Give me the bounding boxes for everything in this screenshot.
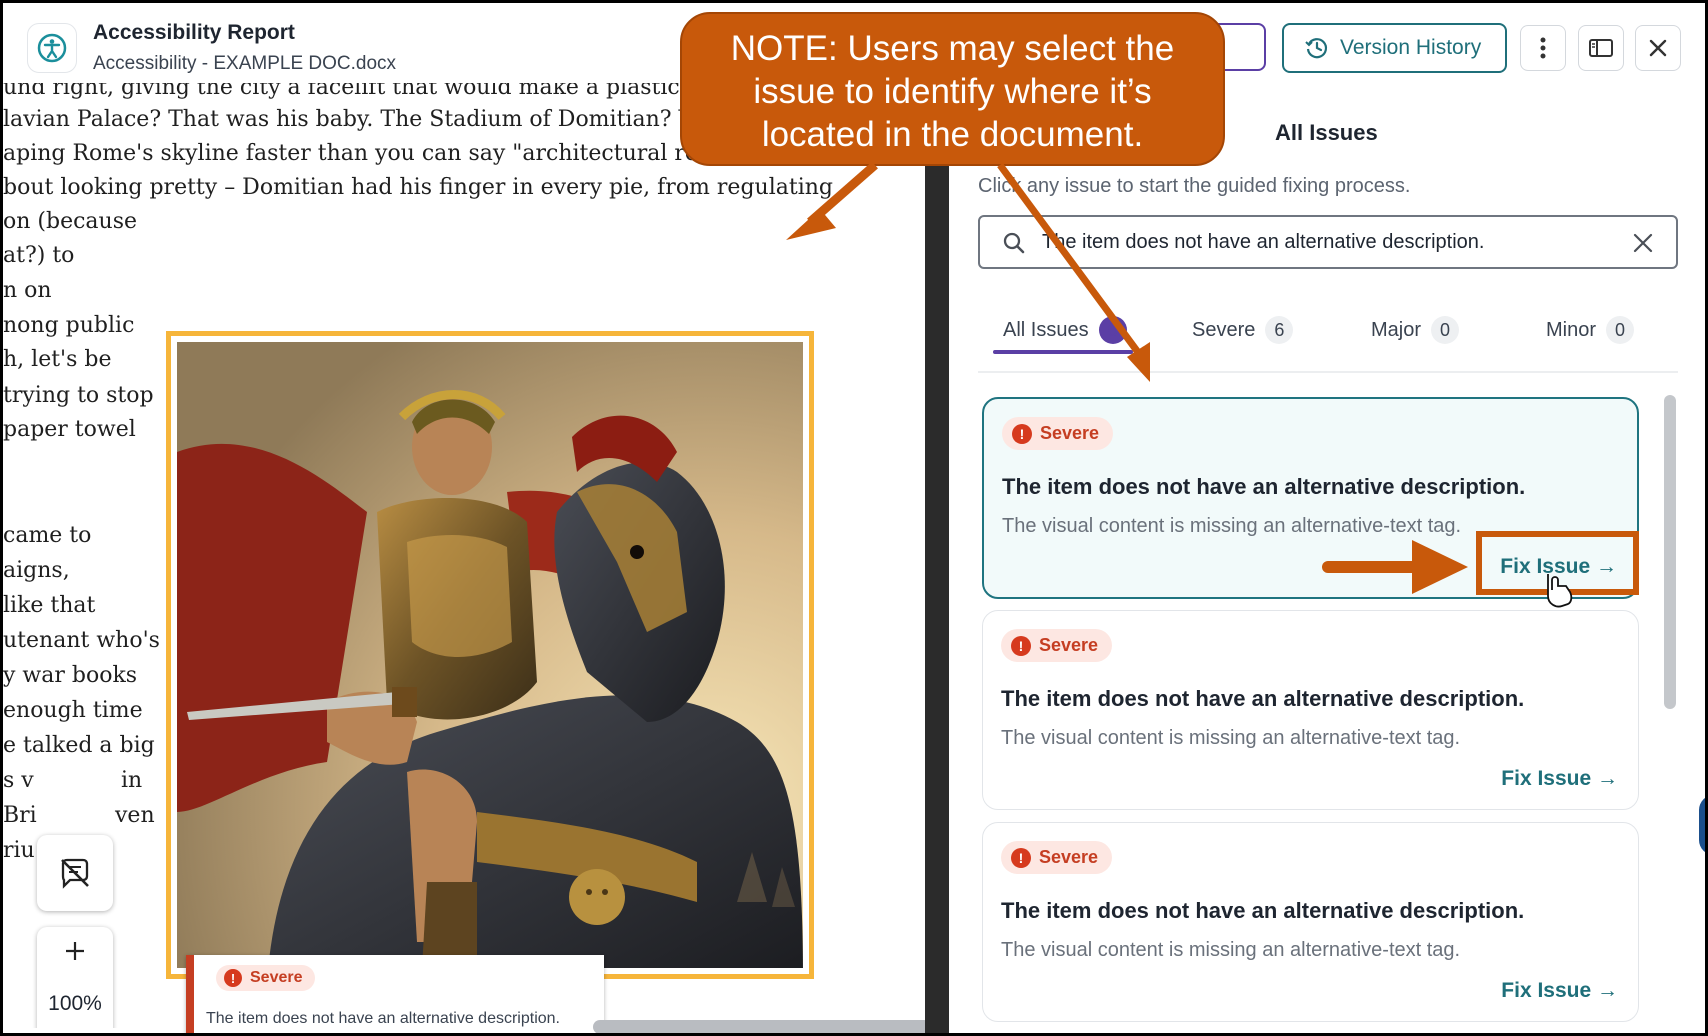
doc-fragment: on (because bbox=[3, 209, 138, 234]
alert-icon: ! bbox=[1012, 423, 1032, 444]
clear-search-icon[interactable] bbox=[1632, 232, 1654, 254]
tab-divider bbox=[978, 371, 1678, 373]
zoom-level: 100% bbox=[48, 992, 102, 1015]
doc-fragment: ven bbox=[115, 803, 155, 828]
doc-fragment: utenant who's bbox=[3, 628, 160, 653]
note-callout: NOTE: Users may select the issue to iden… bbox=[680, 12, 1225, 166]
severity-badge: ! Severe bbox=[1001, 841, 1113, 874]
tab-label: All Issues bbox=[1003, 318, 1089, 341]
tab-minor[interactable]: Minor 0 bbox=[1546, 316, 1635, 344]
doc-fragment: enough time bbox=[3, 698, 143, 723]
doc-fragment: Bri bbox=[3, 803, 37, 828]
panel-title: All Issues bbox=[1275, 120, 1378, 145]
alert-icon: ! bbox=[1011, 847, 1031, 868]
tab-count: 0 bbox=[1431, 316, 1460, 344]
zoom-control: 100% bbox=[37, 927, 113, 1028]
doc-fragment: in bbox=[121, 768, 143, 793]
doc-fragment: aigns, bbox=[3, 558, 70, 583]
help-widget[interactable] bbox=[1699, 795, 1705, 855]
alert-icon: ! bbox=[224, 969, 242, 987]
doc-fragment: riu bbox=[3, 838, 35, 863]
doc-line: bout looking pretty – Domitian had his f… bbox=[3, 175, 833, 200]
issue-card[interactable]: ! Severe The item does not have an alter… bbox=[982, 822, 1639, 1022]
search-icon bbox=[1003, 232, 1025, 254]
kebab-menu-icon bbox=[1540, 37, 1546, 59]
severity-badge: ! Severe bbox=[216, 965, 315, 991]
version-history-label: Version History bbox=[1340, 36, 1482, 59]
issue-title: The item does not have an alternative de… bbox=[1001, 898, 1525, 923]
doc-fragment: e talked a big bbox=[3, 733, 155, 758]
tab-label: Minor bbox=[1546, 318, 1597, 341]
issue-tooltip-text: The item does not have an alternative de… bbox=[206, 1010, 560, 1027]
severity-label: Severe bbox=[1040, 423, 1100, 443]
issue-description: The visual content is missing an alterna… bbox=[1001, 939, 1461, 961]
severity-label: Severe bbox=[1039, 847, 1099, 867]
tab-label: Major bbox=[1371, 318, 1422, 341]
tab-major[interactable]: Major 0 bbox=[1371, 316, 1460, 344]
pane-divider[interactable] bbox=[925, 83, 949, 1033]
severity-badge: ! Severe bbox=[1002, 417, 1114, 450]
toggle-highlights-button[interactable] bbox=[37, 835, 113, 911]
doc-fragment: trying to stop bbox=[3, 383, 154, 408]
doc-fragment: y war books bbox=[3, 663, 138, 688]
version-history-button[interactable]: Version History bbox=[1282, 23, 1507, 73]
document-pane[interactable]: und right, giving the city a facelift th… bbox=[3, 83, 928, 1028]
tab-count: 6 bbox=[1098, 316, 1127, 344]
doc-line: lavian Palace? That was his baby. The St… bbox=[3, 107, 719, 132]
highlighted-image[interactable] bbox=[166, 331, 814, 982]
doc-fragment: paper towel bbox=[3, 417, 136, 442]
issue-tooltip: ! Severe The item does not have an alter… bbox=[186, 955, 604, 1033]
severity-label: Severe bbox=[250, 969, 303, 986]
note-line: located in the document. bbox=[761, 115, 1144, 154]
doc-fragment: n on bbox=[3, 278, 52, 303]
panel-layout-icon bbox=[1589, 39, 1613, 57]
severity-label: Severe bbox=[1039, 635, 1099, 655]
note-line: issue to identify where it’s bbox=[753, 72, 1152, 111]
document-name: Accessibility - EXAMPLE DOC.docx bbox=[93, 53, 397, 74]
panel-help-text: Click any issue to start the guided fixi… bbox=[978, 175, 1411, 197]
doc-line: aping Rome's skyline faster than you can… bbox=[3, 141, 774, 166]
roman-horseman-image bbox=[177, 342, 803, 982]
tab-severe[interactable]: Severe 6 bbox=[1192, 316, 1294, 344]
search-value: The item does not have an alternative de… bbox=[1042, 231, 1485, 253]
clock-history-icon bbox=[1305, 38, 1328, 59]
severity-badge: ! Severe bbox=[1001, 629, 1113, 662]
document-horizontal-scrollbar[interactable] bbox=[593, 1020, 931, 1033]
tab-count: 0 bbox=[1606, 316, 1635, 344]
doc-fragment: s v bbox=[3, 768, 34, 793]
issue-card[interactable]: ! Severe The item does not have an alter… bbox=[982, 610, 1639, 810]
issue-description: The visual content is missing an alterna… bbox=[1001, 727, 1461, 749]
doc-fragment: came to bbox=[3, 523, 92, 548]
tab-all-issues[interactable]: All Issues 6 bbox=[1003, 316, 1127, 344]
issue-title: The item does not have an alternative de… bbox=[1001, 686, 1525, 711]
alert-icon: ! bbox=[1011, 635, 1031, 656]
issue-search-input[interactable]: The item does not have an alternative de… bbox=[978, 215, 1678, 269]
active-tab-indicator bbox=[993, 350, 1133, 354]
accessibility-icon bbox=[27, 23, 77, 73]
doc-fragment: nong public bbox=[3, 313, 135, 338]
tab-label: Severe bbox=[1192, 318, 1256, 341]
zoom-in-icon[interactable] bbox=[63, 939, 87, 963]
fix-issue-button[interactable]: Fix Issue → bbox=[1501, 767, 1618, 791]
issue-card-selected[interactable]: ! Severe The item does not have an alter… bbox=[982, 397, 1639, 599]
issue-description: The visual content is missing an alterna… bbox=[1002, 515, 1462, 537]
doc-line: und right, giving the city a facelift th… bbox=[3, 83, 723, 100]
hide-annotations-icon bbox=[61, 858, 89, 889]
doc-fragment: h, let's be bbox=[3, 347, 112, 372]
doc-fragment: like that bbox=[3, 593, 96, 618]
close-button[interactable] bbox=[1635, 25, 1681, 71]
document-tools: 100% bbox=[37, 835, 117, 1028]
issue-title: The item does not have an alternative de… bbox=[1002, 474, 1526, 499]
tab-count: 6 bbox=[1265, 316, 1294, 344]
fix-issue-button[interactable]: Fix Issue → bbox=[1500, 555, 1617, 579]
more-options-button[interactable] bbox=[1520, 25, 1566, 71]
doc-fragment: at?) to bbox=[3, 243, 75, 268]
toggle-panel-button[interactable] bbox=[1578, 25, 1624, 71]
close-icon bbox=[1649, 39, 1667, 57]
fix-issue-button[interactable]: Fix Issue → bbox=[1501, 979, 1618, 1003]
note-line: NOTE: Users may select the bbox=[730, 29, 1175, 68]
issues-scrollbar[interactable] bbox=[1664, 395, 1676, 709]
report-title: Accessibility Report bbox=[93, 21, 295, 44]
